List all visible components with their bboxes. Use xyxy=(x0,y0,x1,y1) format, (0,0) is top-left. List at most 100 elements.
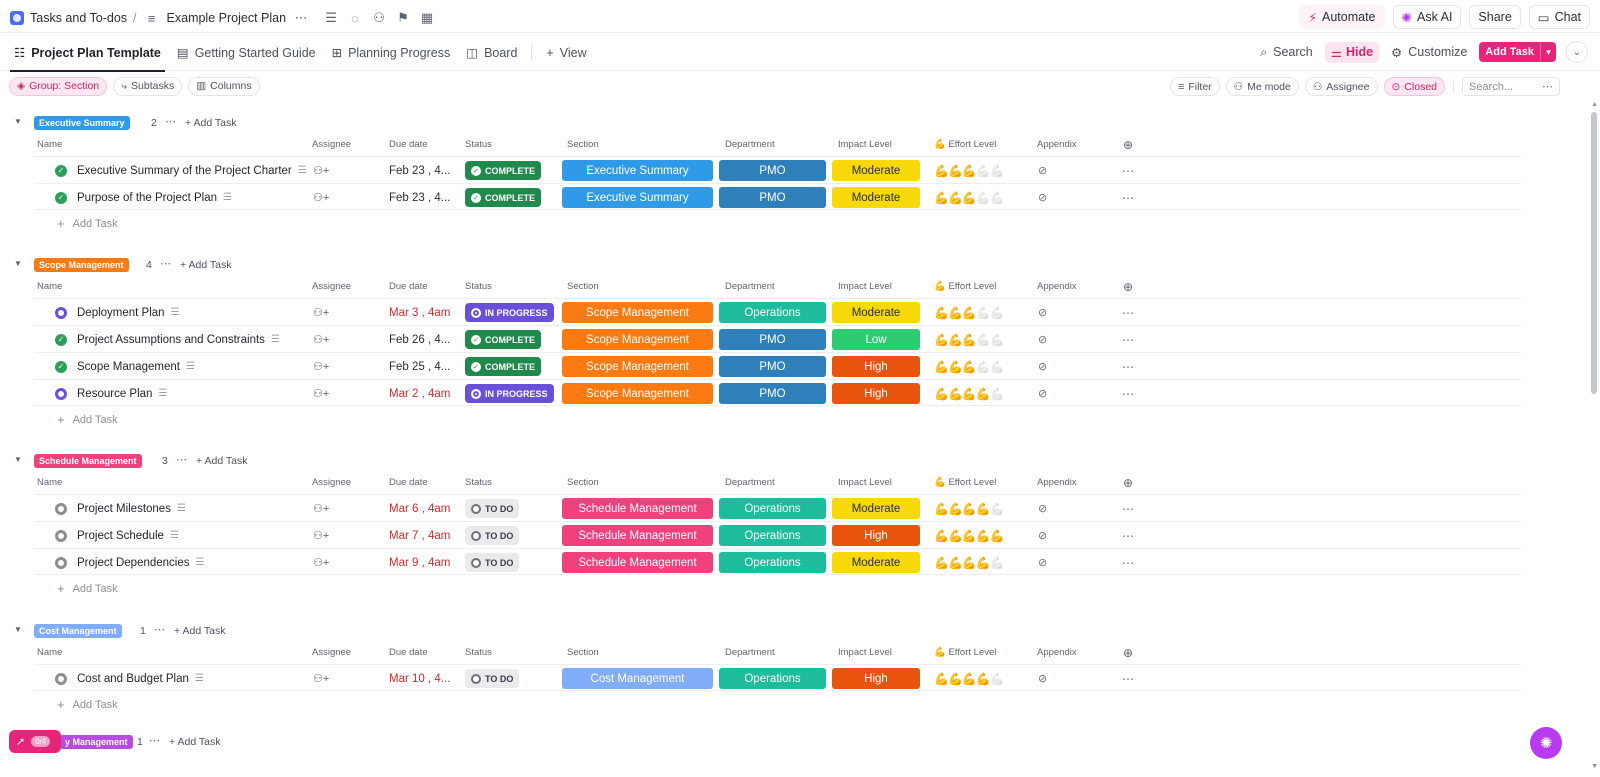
search-input[interactable]: Search... ⋯ xyxy=(1462,77,1560,96)
task-status-toggle[interactable] xyxy=(55,495,67,522)
task-name-cell[interactable]: Purpose of the Project Plan ☰ xyxy=(77,184,232,211)
column-header-section[interactable]: Section xyxy=(567,281,599,292)
effort-rating[interactable]: 💪💪💪💪💪 xyxy=(934,164,1005,178)
add-assignee-icon[interactable]: ⚇+ xyxy=(313,387,329,400)
column-header-appendix[interactable]: Appendix xyxy=(1037,281,1077,292)
row-actions[interactable]: ⋯ xyxy=(1122,184,1135,211)
column-header-appendix[interactable]: Appendix xyxy=(1037,139,1077,150)
impact-cell[interactable]: Moderate xyxy=(832,495,920,522)
table-row[interactable]: Project Schedule ☰ ⚇+ Mar 7 , 4am TO DO … xyxy=(35,521,1521,548)
section-cell[interactable]: Schedule Management xyxy=(562,549,713,576)
columns-chip[interactable]: ▥ Columns xyxy=(188,76,260,96)
description-icon[interactable]: ☰ xyxy=(322,9,340,27)
tab-project-plan-template[interactable]: ☷ Project Plan Template xyxy=(6,34,169,72)
collapse-toggle-icon[interactable]: ⌄ xyxy=(1566,41,1588,63)
assignee-cell[interactable]: ⚇+ xyxy=(313,326,329,353)
status-badge[interactable]: TO DO xyxy=(465,526,520,545)
department-cell[interactable]: Operations xyxy=(719,495,826,522)
column-header-assignee[interactable]: Assignee xyxy=(312,477,351,488)
add-task-button[interactable]: Add Task ▾ xyxy=(1479,42,1556,62)
caret-down-icon[interactable]: ▼ xyxy=(14,259,22,268)
task-name-cell[interactable]: Project Schedule ☰ xyxy=(77,522,179,549)
add-column-icon[interactable]: ⊕ xyxy=(1123,476,1133,490)
scroll-up-arrow-icon[interactable]: ▲ xyxy=(1591,101,1598,108)
status-circle-icon[interactable]: ✓ xyxy=(55,333,67,346)
status-circle-icon[interactable] xyxy=(55,387,67,400)
caret-down-icon[interactable]: ▼ xyxy=(14,117,22,126)
section-cell[interactable]: Executive Summary xyxy=(562,184,713,211)
section-cell[interactable]: Scope Management xyxy=(562,353,713,380)
more-icon[interactable]: ⋯ xyxy=(165,115,177,128)
add-column-icon[interactable]: ⊕ xyxy=(1123,280,1133,294)
impact-cell[interactable]: High xyxy=(832,353,920,380)
add-view-button[interactable]: + View xyxy=(538,34,594,71)
effort-rating[interactable]: 💪💪💪💪💪 xyxy=(934,306,1005,320)
status-badge[interactable]: ✓ COMPLETE xyxy=(465,357,542,376)
add-task-row[interactable]: + Add Task xyxy=(57,581,118,596)
task-name[interactable]: Resource Plan xyxy=(77,388,152,400)
section-cell[interactable]: Schedule Management xyxy=(562,522,713,549)
table-row[interactable]: ✓ Purpose of the Project Plan ☰ ⚇+ Feb 2… xyxy=(35,183,1521,210)
ai-assistant-icon[interactable]: ✺ xyxy=(1530,727,1562,759)
paperclip-icon[interactable]: ⊘ xyxy=(1038,360,1047,373)
task-name-cell[interactable]: Scope Management ☰ xyxy=(77,353,195,380)
group-add-task[interactable]: + Add Task xyxy=(196,455,247,467)
department-cell[interactable]: Operations xyxy=(719,522,826,549)
department-cell[interactable]: PMO xyxy=(719,157,826,184)
column-header-effort[interactable]: 💪 Effort Level xyxy=(934,647,996,658)
column-header-due[interactable]: Due date xyxy=(389,281,428,292)
calendar-icon[interactable]: ▦ xyxy=(418,9,436,27)
assignee-cell[interactable]: ⚇+ xyxy=(313,522,329,549)
caret-down-icon[interactable]: ▼ xyxy=(14,625,22,634)
department-cell[interactable]: Operations xyxy=(719,665,826,692)
me-mode-chip[interactable]: ⚇ Me mode xyxy=(1225,77,1299,96)
group-badge[interactable]: Cost Management xyxy=(34,624,122,638)
column-header-due[interactable]: Due date xyxy=(389,477,428,488)
paperclip-icon[interactable]: ⊘ xyxy=(1038,387,1047,400)
effort-cell[interactable]: 💪💪💪💪💪 xyxy=(934,522,1005,549)
status-badge[interactable]: TO DO xyxy=(465,553,520,572)
more-icon[interactable]: ⋯ xyxy=(292,9,310,27)
paperclip-icon[interactable]: ⊘ xyxy=(1038,556,1047,569)
column-header-appendix[interactable]: Appendix xyxy=(1037,477,1077,488)
column-header-department[interactable]: Department xyxy=(725,281,775,292)
column-header-section[interactable]: Section xyxy=(567,139,599,150)
subtasks-chip[interactable]: ⤷ Subtasks xyxy=(113,76,183,96)
status-cell[interactable]: TO DO xyxy=(465,522,520,549)
group-badge[interactable]: Executive Summary xyxy=(34,116,130,130)
search-button[interactable]: ⌕ Search xyxy=(1258,41,1315,63)
due-date-cell[interactable]: Mar 9 , 4am xyxy=(389,549,450,576)
impact-cell[interactable]: High xyxy=(832,665,920,692)
assignee-chip[interactable]: ⚇ Assignee xyxy=(1304,77,1378,96)
paperclip-icon[interactable]: ⊘ xyxy=(1038,529,1047,542)
department-cell[interactable]: PMO xyxy=(719,184,826,211)
task-name-cell[interactable]: Cost and Budget Plan ☰ xyxy=(77,665,204,692)
department-cell[interactable]: PMO xyxy=(719,326,826,353)
task-name-cell[interactable]: Project Dependencies ☰ xyxy=(77,549,204,576)
status-cell[interactable]: TO DO xyxy=(465,495,520,522)
impact-cell[interactable]: Moderate xyxy=(832,184,920,211)
more-icon[interactable]: ⋯ xyxy=(1122,672,1135,686)
appendix-cell[interactable]: ⊘ xyxy=(1038,353,1047,380)
task-name-cell[interactable]: Project Milestones ☰ xyxy=(77,495,186,522)
closed-chip[interactable]: ⊙ Closed xyxy=(1383,77,1445,96)
due-date-cell[interactable]: Mar 2 , 4am xyxy=(389,380,450,407)
impact-cell[interactable]: High xyxy=(832,522,920,549)
column-header-assignee[interactable]: Assignee xyxy=(312,139,351,150)
column-header-status[interactable]: Status xyxy=(465,647,492,658)
status-circle-icon[interactable] xyxy=(55,556,67,569)
group-badge[interactable]: Schedule Management xyxy=(34,454,142,468)
more-icon[interactable]: ⋯ xyxy=(1122,556,1135,570)
task-name[interactable]: Project Milestones xyxy=(77,503,171,515)
customize-button[interactable]: ⚙ Customize xyxy=(1389,41,1469,63)
add-column-icon[interactable]: ⊕ xyxy=(1123,138,1133,152)
column-header-effort[interactable]: 💪 Effort Level xyxy=(934,139,996,150)
assignee-cell[interactable]: ⚇+ xyxy=(313,184,329,211)
task-status-toggle[interactable]: ✓ xyxy=(55,353,67,380)
task-status-toggle[interactable]: ✓ xyxy=(55,326,67,353)
due-date-cell[interactable]: Mar 10 , 4... xyxy=(389,665,450,692)
task-status-toggle[interactable] xyxy=(55,299,67,326)
status-circle-icon[interactable] xyxy=(55,672,67,685)
column-header-name[interactable]: Name xyxy=(37,477,62,488)
task-name[interactable]: Purpose of the Project Plan xyxy=(77,192,217,204)
